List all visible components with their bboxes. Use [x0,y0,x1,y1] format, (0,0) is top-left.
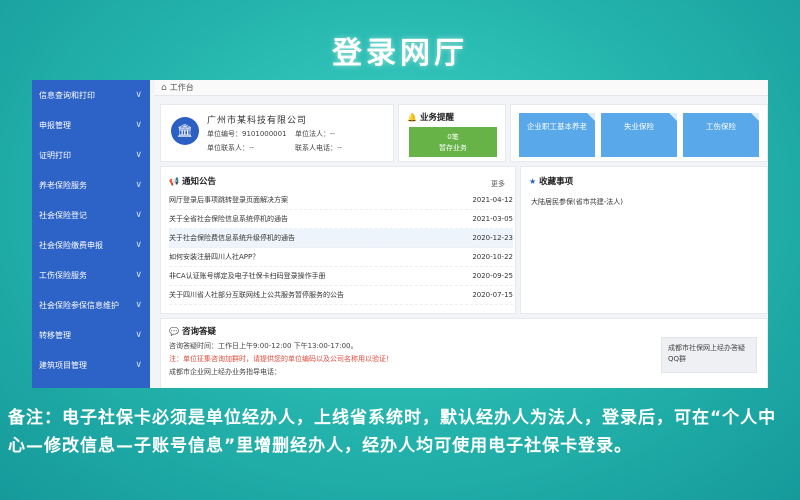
chevron-down-icon: ∨ [135,210,142,220]
chevron-down-icon: ∨ [135,180,142,190]
chevron-down-icon: ∨ [135,90,142,100]
footnote: 备注：电子社保卡必须是单位经办人，上线省系统时，默认经办人为法人，登录后，可在“… [8,408,777,456]
notice-title: 如何安装注册四川人社APP？ [169,253,260,261]
sidebar-item-label: 社会保险登记 [39,210,87,220]
consult-phone: 成都市企业网上经办业务指导电话： [169,368,281,376]
star-icon: ★ [529,176,537,186]
sidebar-item-label: 社会保险缴费申报 [39,240,103,250]
tile-injury[interactable]: 工伤保险 [683,113,759,157]
contact-phone-value: -- [337,144,343,152]
sidebar-item-label: 证明打印 [39,150,71,160]
sidebar-item-transfer[interactable]: 转移管理 ∨ [32,320,150,350]
unit-code-label: 单位编号： [207,130,242,138]
tile-label: 失业保险 [624,122,654,131]
consult-hours: 咨询答疑时间：工作日上午9:00-12:00 下午13:00-17:00。 [169,342,358,350]
chevron-down-icon: ∨ [135,270,142,280]
notice-title: 关于社会保险费信息系统升级停机的通告 [169,234,295,242]
list-item[interactable]: 关于社会保险费信息系统升级停机的通告 2020-12-23 [169,229,513,248]
tile-label: 工伤保险 [706,122,736,131]
sidebar-item-label: 养老保险服务 [39,180,87,190]
tile-corner-mark [587,113,595,121]
sidebar-item-injury[interactable]: 工伤保险服务 ∨ [32,260,150,290]
reminders-panel: 🔔 业务提醒 0笔 暂存业务 [398,104,506,162]
notice-title: 关于四川省人社部分互联网线上公共服务暂停服务的公告 [169,291,344,299]
sidebar-item-registration[interactable]: 社会保险登记 ∨ [32,200,150,230]
chevron-down-icon: ∨ [135,240,142,250]
home-icon[interactable]: ⌂ [161,83,167,93]
chevron-down-icon: ∨ [135,330,142,340]
legal-person-label: 单位法人： [295,130,330,138]
chat-icon: 💬 [169,326,179,336]
chevron-down-icon: ∨ [135,150,142,160]
favorites-title: 收藏事项 [539,177,574,187]
qq-group-box[interactable]: 成都市社保网上经办答疑QQ群 [661,337,757,373]
app-screenshot: 信息查询和打印 ∨ 申报管理 ∨ 证明打印 ∨ 养老保险服务 ∨ 社会保险登记 ∨ 社会保… [32,80,768,388]
megaphone-icon: 📢 [169,176,179,186]
sidebar: 信息查询和打印 ∨ 申报管理 ∨ 证明打印 ∨ 养老保险服务 ∨ 社会保险登记 ∨ 社会保… [32,80,150,388]
notice-title: 网厅登录后事项跳转登录页面解决方案 [169,196,288,204]
list-item[interactable]: 非CA认证账号绑定及电子社保卡扫码登录操作手册 2020-09-25 [169,267,513,286]
legal-person-value: -- [330,130,336,138]
chevron-down-icon: ∨ [135,300,142,310]
tile-pension[interactable]: 企业职工基本养老 [519,113,595,157]
contact-phone-label: 联系人电话： [295,144,337,152]
breadcrumb: ⌂ 工作台 [155,80,768,96]
tile-corner-mark [669,113,677,121]
tile-label: 企业职工基本养老 [527,122,587,131]
bell-icon: 🔔 [407,112,417,122]
tile-unemployment[interactable]: 失业保险 [601,113,677,157]
list-item[interactable]: 关于四川省人社部分互联网线上公共服务暂停服务的公告 2020-07-15 [169,286,513,305]
sidebar-item-info-query[interactable]: 信息查询和打印 ∨ [32,80,150,110]
slide-title: 登录网厅 [332,36,468,71]
notice-date: 2020-10-22 [472,253,513,261]
org-name: 广州市某科技有限公司 [207,116,308,126]
chevron-down-icon: ∨ [135,120,142,130]
breadcrumb-home[interactable]: 工作台 [170,82,194,93]
sidebar-item-payment[interactable]: 社会保险缴费申报 ∨ [32,230,150,260]
notice-title: 关于全省社会保险信息系统停机的通告 [169,215,288,223]
notices-panel: 📢 通知公告 更多 网厅登录后事项跳转登录页面解决方案 2021-04-12 关于全… [160,166,516,314]
sidebar-item-maintenance[interactable]: 社会保险参保信息维护 ∨ [32,290,150,320]
tile-corner-mark [751,113,759,121]
consult-title: 咨询答疑 [181,327,216,337]
notice-date: 2020-12-23 [472,234,513,242]
unit-code-value: 9101000001 [242,130,287,138]
list-item[interactable]: 关于全省社会保险信息系统停机的通告 2021-03-05 [169,210,513,229]
consult-note: 注：单位征集咨询加群时，请提供您的单位编码以及公司名称用以验证！ [169,355,393,363]
sidebar-item-certificate-print[interactable]: 证明打印 ∨ [32,140,150,170]
org-info-panel: 🏛 广州市某科技有限公司 单位编号：9101000001 单位法人：-- 单位联… [160,104,394,162]
list-item[interactable]: 如何安装注册四川人社APP？ 2020-10-22 [169,248,513,267]
sidebar-item-construction[interactable]: 建筑项目管理 ∨ [32,350,150,380]
list-item[interactable]: 网厅登录后事项跳转登录页面解决方案 2021-04-12 [169,191,513,210]
institution-icon: 🏛 [171,117,199,145]
chevron-down-icon: ∨ [135,360,142,370]
notice-title: 非CA认证账号绑定及电子社保卡扫码登录操作手册 [169,272,326,280]
notice-date: 2021-04-12 [472,196,513,204]
contact-value: -- [249,144,255,152]
staged-label: 暂存业务 [439,143,467,152]
sidebar-item-label: 申报管理 [39,120,71,130]
favorites-panel: ★ 收藏事项 大陆居民参保(省市共建-法人) [520,166,768,314]
sidebar-item-label: 社会保险参保信息维护 [39,300,119,310]
consult-panel: 💬 咨询答疑 咨询答疑时间：工作日上午9:00-12:00 下午13:00-17:… [160,318,768,388]
more-link[interactable]: 更多 [491,179,505,189]
contact-label: 单位联系人： [207,144,249,152]
staged-count: 0笔 [447,133,459,141]
sidebar-item-declaration[interactable]: 申报管理 ∨ [32,110,150,140]
quick-tiles-panel: 企业职工基本养老 失业保险 工伤保险 [510,104,768,162]
sidebar-item-label: 工伤保险服务 [39,270,87,280]
sidebar-item-label: 信息查询和打印 [39,90,95,100]
favorite-item[interactable]: 大陆居民参保(省市共建-法人) [531,197,623,207]
staged-business-button[interactable]: 0笔 暂存业务 [409,127,497,157]
sidebar-item-label: 转移管理 [39,330,71,340]
notices-title: 通知公告 [181,177,216,187]
reminders-title: 业务提醒 [419,113,454,123]
sidebar-item-label: 建筑项目管理 [39,360,87,370]
notice-date: 2020-09-25 [472,272,513,280]
notice-date: 2021-03-05 [472,215,513,223]
sidebar-item-pension[interactable]: 养老保险服务 ∨ [32,170,150,200]
notice-date: 2020-07-15 [472,291,513,299]
